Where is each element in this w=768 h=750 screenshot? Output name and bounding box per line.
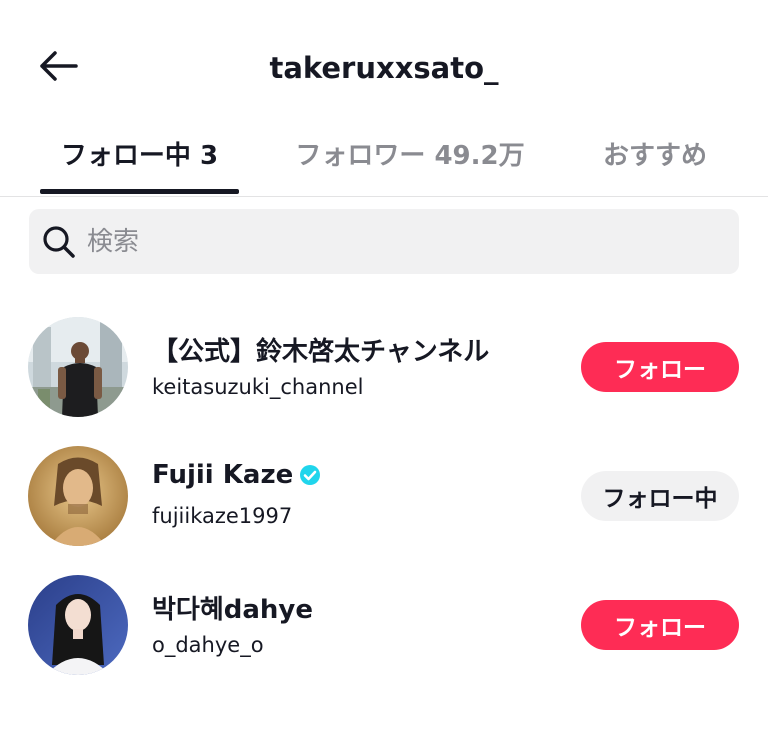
following-button[interactable]: フォロー中 [581,471,739,521]
user-row[interactable]: 박다혜dahye o_dahye_o フォロー [0,575,768,685]
tab-bar: フォロー中 3 フォロワー 49.2万 おすすめ [0,120,768,197]
user-handle[interactable]: o_dahye_o [152,633,264,657]
user-row[interactable]: 【公式】鈴木啓太チャンネル keitasuzuki_channel フォロー [0,317,768,427]
avatar[interactable] [28,446,128,546]
user-handle[interactable]: fujiikaze1997 [152,504,292,528]
active-tab-indicator [40,189,239,194]
top-bar: takeruxxsato_ [0,30,768,106]
tab-followers[interactable]: フォロワー 49.2万 [280,120,540,196]
user-name-text: 박다혜dahye [152,595,314,625]
avatar[interactable] [28,575,128,675]
search-icon [41,224,77,260]
user-display-name[interactable]: 박다혜dahye [152,589,313,626]
user-row[interactable]: Fujii Kaze fujiikaze1997 フォロー中 [0,446,768,556]
follow-button[interactable]: フォロー [581,600,739,650]
page-title: takeruxxsato_ [269,51,499,85]
tab-following[interactable]: フォロー中 3 [40,120,239,196]
user-name-text: 【公式】鈴木啓太チャンネル [152,337,490,367]
search-input[interactable] [85,225,689,258]
user-display-name[interactable]: 【公式】鈴木啓太チャンネル [152,331,489,368]
follow-button[interactable]: フォロー [581,342,739,392]
search-bar[interactable] [29,209,739,274]
user-handle[interactable]: keitasuzuki_channel [152,375,363,399]
avatar[interactable] [28,317,128,417]
tab-suggested[interactable]: おすすめ [580,120,730,196]
verified-badge-icon [299,464,321,486]
user-display-name[interactable]: Fujii Kaze [152,460,321,490]
user-name-text: Fujii Kaze [152,460,294,490]
